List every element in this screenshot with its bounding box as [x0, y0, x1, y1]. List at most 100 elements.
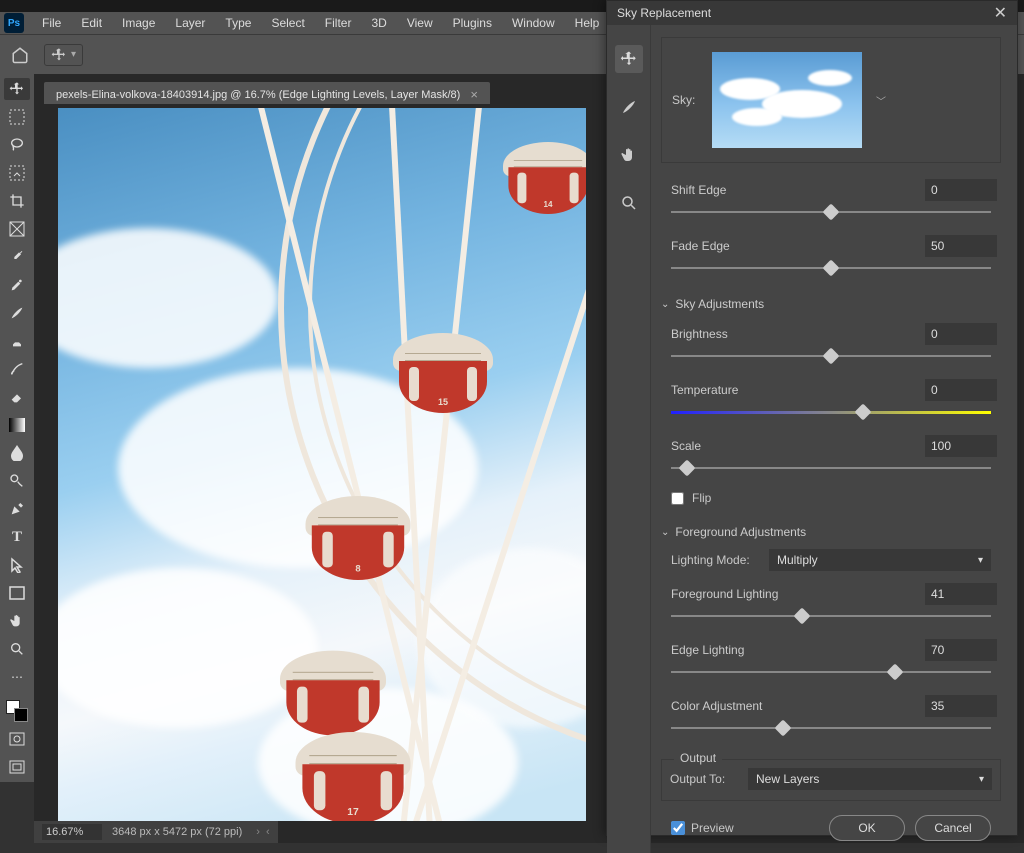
temperature-slider[interactable]	[671, 403, 991, 423]
foreground-lighting-slider[interactable]	[671, 607, 991, 627]
menu-image[interactable]: Image	[112, 14, 165, 32]
lighting-mode-dropdown[interactable]: Multiply ▾	[769, 549, 991, 571]
edge-lighting-slider[interactable]	[671, 663, 991, 683]
temperature-label: Temperature	[671, 383, 738, 397]
more-tools-icon[interactable]: ⋯	[4, 666, 30, 688]
flip-checkbox[interactable]	[671, 492, 684, 505]
status-nav: › ‹	[256, 826, 269, 838]
move-tool[interactable]	[4, 78, 30, 100]
preview-label: Preview	[691, 821, 734, 835]
rectangle-tool[interactable]	[4, 582, 30, 604]
ps-logo: Ps	[4, 13, 24, 33]
dialog-panel: Sky: ﹀ Shift Edge Fade Edge ⌄Sky Adjustm…	[651, 25, 1017, 853]
dialog-titlebar[interactable]: Sky Replacement ✕	[607, 1, 1017, 25]
scale-slider[interactable]	[671, 459, 991, 479]
close-tab-icon[interactable]: ×	[470, 87, 478, 102]
dialog-title: Sky Replacement	[617, 6, 711, 20]
sky-dropdown-icon[interactable]: ﹀	[876, 93, 886, 108]
object-selection-tool[interactable]	[4, 162, 30, 184]
preview-checkbox[interactable]	[671, 821, 685, 835]
menu-edit[interactable]: Edit	[71, 14, 112, 32]
shift-edge-value[interactable]	[925, 179, 997, 201]
shift-edge-slider[interactable]	[671, 203, 991, 223]
dodge-tool[interactable]	[4, 470, 30, 492]
healing-brush-tool[interactable]	[4, 274, 30, 296]
dialog-toolbar	[607, 25, 651, 853]
gradient-tool[interactable]	[4, 414, 30, 436]
cabin-number: 8	[355, 563, 360, 574]
document-info: 3648 px x 5472 px (72 ppi)	[112, 826, 242, 838]
clone-stamp-tool[interactable]	[4, 330, 30, 352]
marquee-tool[interactable]	[4, 106, 30, 128]
pen-tool[interactable]	[4, 498, 30, 520]
color-adjustment-value[interactable]	[925, 695, 997, 717]
scale-value[interactable]	[925, 435, 997, 457]
menu-select[interactable]: Select	[261, 14, 314, 32]
menu-type[interactable]: Type	[215, 14, 261, 32]
dialog-zoom-tool[interactable]	[615, 189, 643, 217]
output-to-label: Output To:	[670, 772, 740, 786]
fade-edge-slider[interactable]	[671, 259, 991, 279]
color-adjustment-label: Color Adjustment	[671, 699, 762, 713]
frame-tool[interactable]	[4, 218, 30, 240]
fade-edge-value[interactable]	[925, 235, 997, 257]
type-tool[interactable]: T	[4, 526, 30, 548]
menu-plugins[interactable]: Plugins	[443, 14, 502, 32]
close-dialog-icon[interactable]: ✕	[994, 3, 1007, 23]
zoom-tool[interactable]	[4, 638, 30, 660]
eraser-tool[interactable]	[4, 386, 30, 408]
menu-help[interactable]: Help	[565, 14, 610, 32]
edge-lighting-value[interactable]	[925, 639, 997, 661]
cancel-button[interactable]: Cancel	[915, 815, 991, 841]
foreground-adjustments-header[interactable]: ⌄Foreground Adjustments	[661, 525, 1001, 539]
menu-filter[interactable]: Filter	[315, 14, 362, 32]
eyedropper-tool[interactable]	[4, 246, 30, 268]
menu-3d[interactable]: 3D	[361, 14, 396, 32]
status-bar: 16.67% 3648 px x 5472 px (72 ppi) › ‹	[34, 821, 278, 843]
nav-left-icon[interactable]: ‹	[266, 826, 270, 838]
history-brush-tool[interactable]	[4, 358, 30, 380]
color-swatches[interactable]	[6, 700, 28, 722]
brightness-slider[interactable]	[671, 347, 991, 367]
temperature-value[interactable]	[925, 379, 997, 401]
lasso-tool[interactable]	[4, 134, 30, 156]
move-tool-options[interactable]: ▾	[44, 44, 83, 66]
blur-tool[interactable]	[4, 442, 30, 464]
document-tab-title: pexels-Elina-volkova-18403914.jpg @ 16.7…	[56, 89, 460, 101]
brightness-label: Brightness	[671, 327, 728, 341]
menu-layer[interactable]: Layer	[165, 14, 215, 32]
hand-tool[interactable]	[4, 610, 30, 632]
path-selection-tool[interactable]	[4, 554, 30, 576]
color-adjustment-slider[interactable]	[671, 719, 991, 739]
menu-window[interactable]: Window	[502, 14, 565, 32]
nav-right-icon[interactable]: ›	[256, 826, 260, 838]
flip-label: Flip	[692, 491, 711, 505]
canvas-image: 14 15 8 17	[58, 108, 586, 821]
sky-adjustments-header[interactable]: ⌄Sky Adjustments	[661, 297, 1001, 311]
foreground-lighting-value[interactable]	[925, 583, 997, 605]
chevron-down-icon: ⌄	[661, 299, 669, 310]
brightness-value[interactable]	[925, 323, 997, 345]
menu-view[interactable]: View	[397, 14, 443, 32]
chevron-down-icon: ▾	[979, 774, 984, 785]
zoom-field[interactable]: 16.67%	[42, 824, 102, 840]
home-button[interactable]	[8, 43, 32, 67]
crop-tool[interactable]	[4, 190, 30, 212]
sky-preset-thumbnail[interactable]	[712, 52, 862, 148]
dialog-move-tool[interactable]	[615, 45, 643, 73]
edge-lighting-label: Edge Lighting	[671, 643, 744, 657]
shift-edge-label: Shift Edge	[671, 183, 726, 197]
output-to-dropdown[interactable]: New Layers ▾	[748, 768, 992, 790]
ok-button[interactable]: OK	[829, 815, 905, 841]
screen-mode-tool[interactable]	[4, 756, 30, 778]
quick-mask-tool[interactable]	[4, 728, 30, 750]
brush-tool[interactable]	[4, 302, 30, 324]
sky-replacement-dialog: Sky Replacement ✕ Sky: ﹀ Shift Edge	[606, 0, 1018, 836]
cabin-number: 15	[438, 397, 448, 407]
dialog-hand-tool[interactable]	[615, 141, 643, 169]
dialog-brush-tool[interactable]	[615, 93, 643, 121]
chevron-down-icon: ⌄	[661, 527, 669, 538]
menu-file[interactable]: File	[32, 14, 71, 32]
cabin-number: 14	[543, 200, 552, 209]
sky-preset-row: Sky: ﹀	[661, 37, 1001, 163]
